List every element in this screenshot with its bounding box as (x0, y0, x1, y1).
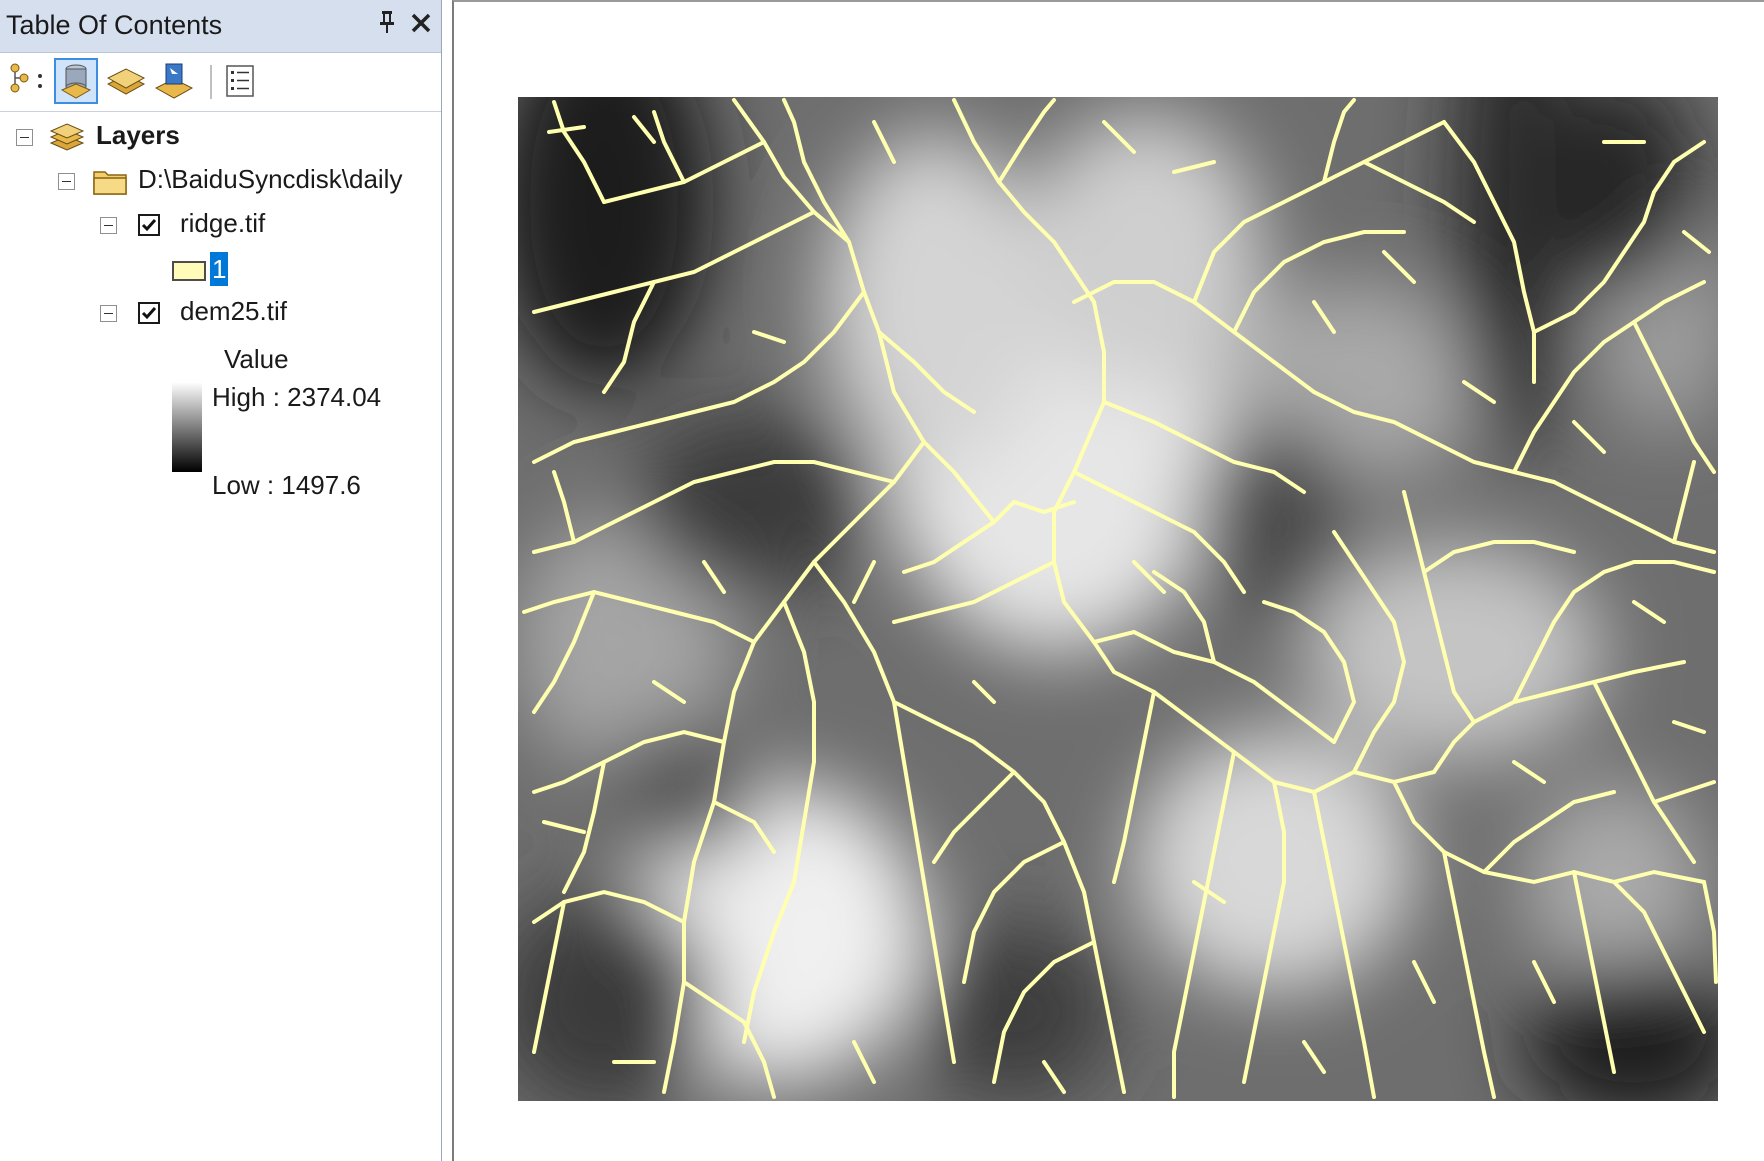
toolbar-separator (210, 65, 212, 99)
map-canvas[interactable] (454, 2, 1764, 1161)
folder-path-label: D:\BaiduSyncdisk\daily (138, 164, 403, 194)
dem-color-ramp (172, 382, 202, 472)
list-by-source-button[interactable] (54, 58, 98, 104)
ridge-symbol-swatch[interactable] (172, 261, 206, 281)
list-by-visibility-button[interactable] (104, 58, 148, 104)
layers-label: Layers (96, 120, 180, 150)
dem-layer-name: dem25.tif (180, 296, 287, 326)
layers-icon (48, 118, 86, 159)
tree-row-layers[interactable]: Layers (0, 118, 440, 158)
collapse-ridge-button[interactable] (100, 217, 117, 234)
toc-toolbar (0, 53, 441, 112)
map-display[interactable] (452, 0, 1764, 1161)
dem-high-label: High : 2374.04 (212, 382, 382, 412)
tree-row-ridge-class[interactable]: 1 (0, 252, 440, 292)
table-of-contents-panel: Table Of Contents Layers D:\BaiduSyncdis… (0, 0, 442, 1161)
list-by-drawing-order-icon (6, 63, 50, 108)
list-by-visibility-icon (104, 68, 148, 108)
toc-titlebar: Table Of Contents (0, 0, 441, 53)
dem-low-label: Low : 1497.6 (212, 470, 361, 500)
ridge-layer-name: ridge.tif (180, 208, 266, 238)
folder-icon (92, 164, 130, 202)
toc-title: Table Of Contents (6, 10, 223, 40)
tree-row-folder[interactable]: D:\BaiduSyncdisk\daily (0, 162, 440, 202)
dem-field-label: Value (224, 344, 289, 374)
ridge-class-label[interactable]: 1 (210, 252, 229, 286)
dem25-raster (518, 97, 1718, 1101)
tree-row-dem[interactable]: dem25.tif (0, 294, 440, 334)
close-icon[interactable] (410, 6, 432, 44)
list-by-selection-button[interactable] (152, 58, 196, 104)
tree-row-ridge[interactable]: ridge.tif (0, 206, 440, 246)
dem-visibility-checkbox[interactable] (138, 302, 160, 324)
options-button[interactable] (218, 58, 262, 104)
options-icon (218, 65, 262, 108)
collapse-dem-button[interactable] (100, 305, 117, 322)
collapse-folder-button[interactable] (58, 173, 75, 190)
collapse-layers-button[interactable] (16, 129, 33, 146)
list-by-selection-icon (152, 63, 196, 108)
ridge-visibility-checkbox[interactable] (138, 214, 160, 236)
list-by-source-icon (56, 64, 96, 106)
list-by-drawing-order-button[interactable] (6, 58, 50, 104)
pin-icon[interactable] (378, 10, 396, 41)
